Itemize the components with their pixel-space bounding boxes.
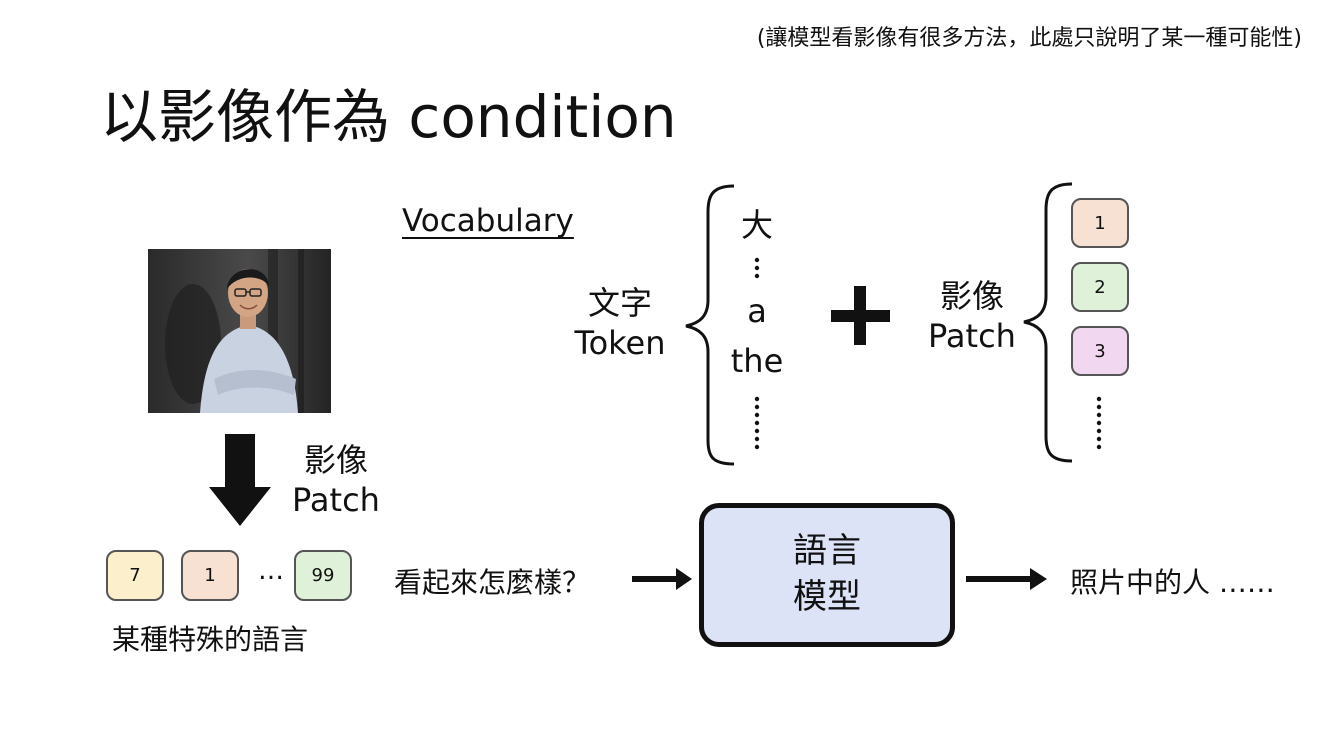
vocab-vertical-ellipsis-1	[754, 257, 760, 279]
output-arrow-icon	[966, 568, 1047, 590]
vocab-vertical-ellipsis-2	[754, 396, 760, 450]
down-arrow-icon	[209, 434, 271, 526]
input-arrow-icon	[632, 568, 692, 590]
diagram-graphics	[209, 182, 1102, 590]
image-patch-brace	[1023, 182, 1073, 463]
text-token-brace	[685, 184, 735, 466]
plus-icon	[831, 286, 890, 345]
patch-vertical-ellipsis	[1096, 396, 1102, 450]
